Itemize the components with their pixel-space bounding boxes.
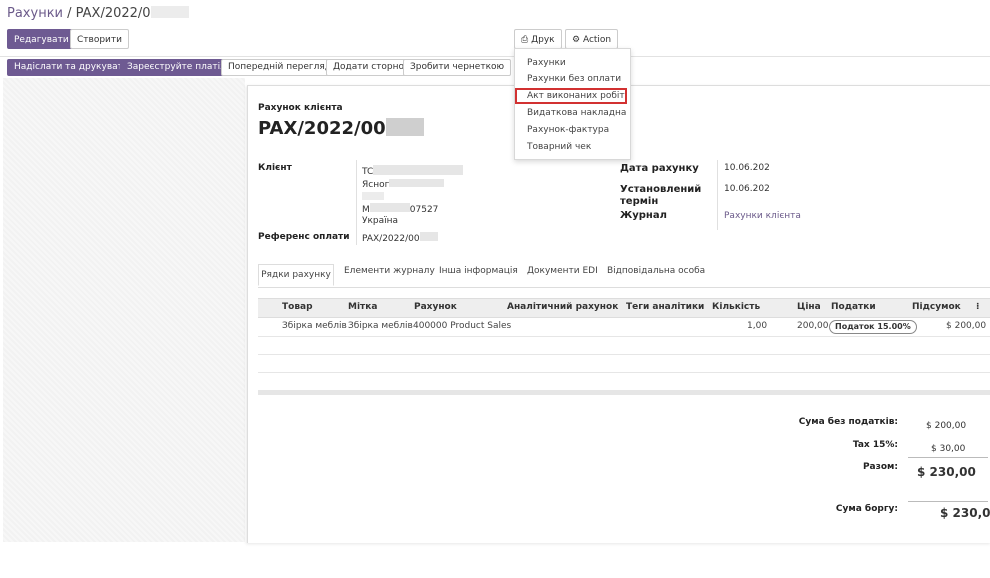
- row-label: Збірка меблів: [348, 321, 413, 331]
- untaxed-amount-value: $ 200,00: [926, 421, 967, 431]
- customer-street: Ясног: [362, 180, 390, 190]
- customer-zip: 07527: [409, 205, 439, 215]
- customer-label: Клієнт: [258, 163, 292, 173]
- tab-responsible[interactable]: Відповідальна особа: [607, 266, 705, 276]
- invoice-type-label: Рахунок клієнта: [258, 103, 343, 113]
- tab-edi-documents[interactable]: Документи EDI: [527, 266, 598, 276]
- invoice-number: PAX/2022/00: [258, 118, 424, 139]
- register-payment-button[interactable]: Зареєструйте платіж: [120, 59, 236, 76]
- row-tax-badge: Податок 15.00%: [829, 320, 917, 334]
- redacted-block: [389, 179, 445, 187]
- breadcrumb-current: PAX/2022/0: [75, 6, 151, 21]
- print-menu-item-invoices[interactable]: Рахунки: [527, 58, 566, 68]
- due-date-value[interactable]: 10.06.202: [724, 184, 770, 194]
- action-button[interactable]: ⚙ Action: [565, 29, 619, 49]
- row-price: 200,00: [797, 321, 829, 331]
- field-divider: [356, 160, 357, 245]
- invoice-date-label: Дата рахунку: [620, 163, 699, 174]
- action-button-label: Action: [582, 35, 612, 45]
- row-product: Збірка меблів: [282, 321, 347, 331]
- redacted-block: [362, 192, 384, 200]
- breadcrumb-parent-link[interactable]: Рахунки: [7, 6, 63, 21]
- tab-journal-items[interactable]: Елементи журналу: [344, 266, 435, 276]
- row-divider: [258, 372, 990, 373]
- redacted-block: [150, 6, 189, 18]
- row-quantity: 1,00: [747, 321, 768, 331]
- print-button-label: Друк: [531, 35, 555, 45]
- customer-line-2: Ясног: [362, 179, 445, 190]
- row-divider: [258, 336, 990, 337]
- total-label: Разом:: [862, 462, 898, 472]
- tab-other-info[interactable]: Інша інформація: [439, 266, 518, 276]
- totals-divider: [908, 501, 988, 502]
- journal-value[interactable]: Рахунки клієнта: [724, 211, 801, 221]
- payment-ref-value: PAX/2022/00: [362, 232, 438, 244]
- print-menu-item-work-completion-act[interactable]: Акт виконаних робіт: [527, 91, 625, 101]
- field-divider: [717, 160, 718, 230]
- row-divider: [258, 354, 990, 355]
- column-taxes[interactable]: Податки: [831, 302, 876, 312]
- customer-line-3: М 07527: [362, 203, 438, 215]
- print-menu-item-delivery-note[interactable]: Видаткова накладна: [527, 108, 626, 118]
- total-value: $ 230,00: [917, 465, 976, 479]
- column-price[interactable]: Ціна: [797, 302, 821, 312]
- journal-label: Журнал: [620, 210, 667, 221]
- column-quantity[interactable]: Кількість: [712, 302, 760, 312]
- customer-name: TC: [362, 167, 374, 177]
- column-options-icon[interactable]: ⁝: [976, 302, 979, 312]
- send-and-print-button[interactable]: Надіслати та друкувати: [7, 59, 136, 76]
- row-subtotal: $ 200,00: [946, 321, 987, 331]
- amount-due-value: $ 230,00: [940, 506, 990, 520]
- tax-label: Tax 15%:: [852, 440, 898, 450]
- tab-invoice-lines[interactable]: Рядки рахунку: [258, 264, 334, 286]
- print-button[interactable]: ⎙ Друк: [514, 29, 562, 49]
- print-menu-item-tax-invoice[interactable]: Рахунок-фактура: [527, 125, 609, 135]
- redacted-block: [369, 203, 410, 212]
- column-label[interactable]: Мітка: [348, 302, 377, 312]
- invoice-date-value[interactable]: 10.06.202: [724, 163, 770, 173]
- toolbar-divider: [0, 56, 990, 57]
- print-menu-item-sales-receipt[interactable]: Товарний чек: [527, 142, 591, 152]
- printer-icon: ⎙: [521, 35, 529, 45]
- column-analytic-tags[interactable]: Теги аналітики: [626, 302, 704, 312]
- breadcrumb-separator: /: [63, 6, 76, 21]
- redacted-block: [419, 232, 438, 241]
- add-reversal-button[interactable]: Додати сторно: [326, 59, 412, 76]
- table-footer-bar: [258, 390, 990, 395]
- customer-city: М: [362, 205, 370, 215]
- tabs-underline: [258, 287, 990, 288]
- edit-button[interactable]: Редагувати: [7, 29, 76, 49]
- print-dropdown-menu: Рахунки Рахунки без оплати Акт виконаних…: [514, 48, 631, 160]
- redacted-block: [373, 165, 464, 175]
- invoice-number-text: PAX/2022/00: [258, 118, 386, 139]
- create-button[interactable]: Створити: [70, 29, 129, 49]
- preview-button[interactable]: Попередній перегляд: [221, 59, 339, 76]
- gear-icon: ⚙: [572, 35, 581, 45]
- amount-due-label: Сума боргу:: [835, 504, 898, 514]
- customer-line-1[interactable]: TC: [362, 165, 464, 177]
- tax-value: $ 30,00: [931, 444, 966, 454]
- redacted-block: [385, 118, 424, 136]
- row-account: 400000 Product Sales: [413, 321, 512, 331]
- payment-ref-label: Референс оплати: [258, 232, 350, 242]
- column-subtotal[interactable]: Підсумок: [912, 302, 961, 312]
- untaxed-amount-label: Сума без податків:: [798, 417, 898, 427]
- due-date-label: Установлений термін: [620, 184, 702, 207]
- sidebar-background: [3, 78, 245, 542]
- reset-to-draft-button[interactable]: Зробити чернеткою: [403, 59, 512, 76]
- column-account[interactable]: Рахунок: [414, 302, 457, 312]
- totals-divider: [908, 457, 988, 458]
- print-menu-item-invoices-without-payment[interactable]: Рахунки без оплати: [527, 74, 621, 84]
- column-analytic-account[interactable]: Аналітичний рахунок: [507, 302, 618, 312]
- payment-ref-text: PAX/2022/00: [362, 234, 420, 244]
- customer-country: Україна: [362, 216, 399, 226]
- breadcrumb: Рахунки / PAX/2022/0: [7, 6, 189, 21]
- column-product[interactable]: Товар: [282, 302, 313, 312]
- lines-table-header: Товар Мітка Рахунок Аналітичний рахунок …: [258, 298, 990, 318]
